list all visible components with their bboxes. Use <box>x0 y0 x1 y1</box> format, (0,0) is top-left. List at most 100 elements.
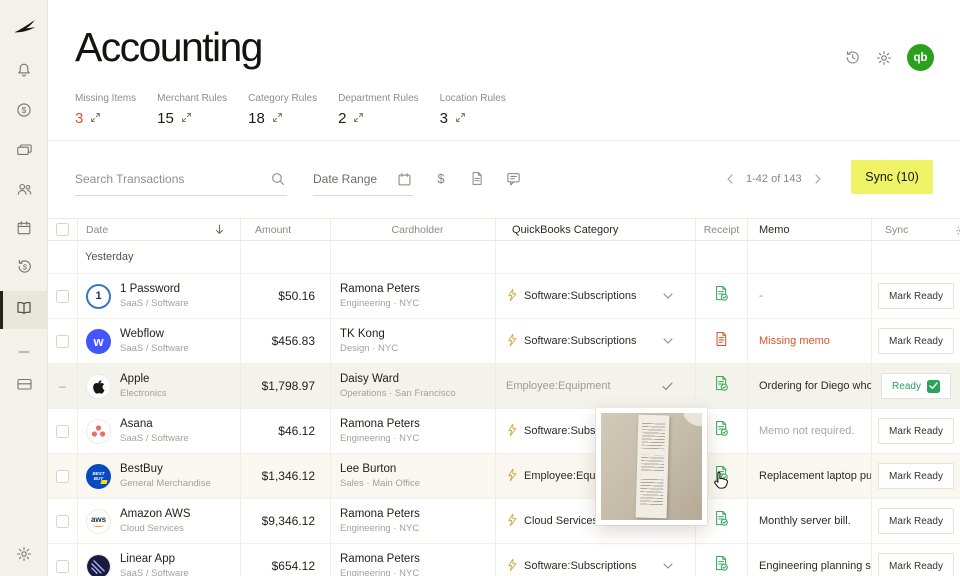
memo-cell[interactable]: - <box>748 274 872 318</box>
column-header-amount[interactable]: Amount <box>241 219 331 240</box>
sidebar-item-accounting[interactable] <box>0 291 48 329</box>
row-checkbox[interactable] <box>56 560 69 573</box>
history-icon[interactable] <box>843 49 861 67</box>
expand-icon[interactable] <box>455 110 466 127</box>
row-checkbox[interactable] <box>56 470 69 483</box>
receipt-attached-icon[interactable] <box>714 375 729 397</box>
sidebar-item-reimbursements[interactable]: $ <box>0 250 48 288</box>
sidebar-item-vault[interactable] <box>0 367 48 405</box>
transaction-row[interactable]: w Webflow SaaS / Software $456.83 TK Kon… <box>48 319 960 364</box>
transaction-row[interactable]: aws Amazon AWS Cloud Services $9,346.12 … <box>48 499 960 544</box>
column-header-date[interactable]: Date <box>78 219 241 240</box>
mark-ready-button[interactable]: Mark Ready <box>878 553 954 576</box>
quickbooks-category-cell[interactable]: Software:Subscriptions <box>496 274 696 318</box>
next-page-icon[interactable] <box>815 174 821 184</box>
prev-page-icon[interactable] <box>727 174 733 184</box>
receipt-attached-icon[interactable] <box>714 555 729 576</box>
quickbooks-category-cell[interactable]: Employee:Equipment <box>496 364 696 408</box>
cardholder-name: Ramona Peters <box>340 418 420 431</box>
cardholder-cell: Ramona Peters Engineering · NYC <box>331 409 496 453</box>
stat-category-rules[interactable]: Category Rules 18 <box>248 93 317 127</box>
sidebar-item-people[interactable] <box>0 172 48 210</box>
sidebar-item-settings[interactable] <box>0 537 48 575</box>
receipt-missing-icon[interactable] <box>715 331 728 352</box>
quickbooks-logo[interactable]: qb <box>907 44 934 71</box>
receipt-attached-icon[interactable] <box>714 510 729 532</box>
memo-cell[interactable]: Ordering for Diego who's <box>748 364 872 408</box>
receipt-attached-icon[interactable] <box>714 285 729 307</box>
ready-button[interactable]: Ready <box>881 373 951 399</box>
column-header-sync[interactable]: Sync <box>872 219 960 240</box>
receipt-attached-icon[interactable] <box>714 420 729 442</box>
stat-department-rules[interactable]: Department Rules 2 <box>338 93 419 127</box>
date-range-filter[interactable]: Date Range <box>313 163 413 196</box>
mark-ready-button[interactable]: Mark Ready <box>878 418 954 444</box>
mark-ready-button[interactable]: Mark Ready <box>878 508 954 534</box>
receipt-cell[interactable] <box>696 544 748 576</box>
stat-merchant-rules[interactable]: Merchant Rules 15 <box>157 93 227 127</box>
date-group-row: Yesterday <box>48 241 960 274</box>
column-header-receipt[interactable]: Receipt <box>696 219 748 240</box>
receipt-attached-icon[interactable] <box>714 465 729 487</box>
search-input[interactable] <box>75 172 269 186</box>
amount-filter-icon[interactable]: $ <box>432 169 450 187</box>
mark-ready-button[interactable]: Mark Ready <box>878 328 954 354</box>
ready-checkbox-icon[interactable] <box>927 380 940 393</box>
sidebar-item-balance[interactable]: $ <box>0 93 48 131</box>
chevron-down-icon[interactable] <box>663 293 673 299</box>
mark-ready-button[interactable]: Mark Ready <box>878 463 954 489</box>
transaction-row[interactable]: – Apple Electronics $1,798.97 Daisy Ward… <box>48 364 960 409</box>
receipt-preview-popup[interactable] <box>596 408 707 525</box>
gear-icon[interactable] <box>875 49 893 67</box>
transactions-table: Date Amount Cardholder QuickBooks Catego… <box>48 218 960 576</box>
sidebar-item-notifications[interactable] <box>0 53 48 91</box>
expand-icon[interactable] <box>272 110 283 127</box>
quickbooks-category-cell[interactable]: Software:Subscriptions <box>496 319 696 363</box>
row-checkbox[interactable] <box>56 425 69 438</box>
expand-icon[interactable] <box>90 110 101 127</box>
column-header-cardholder[interactable]: Cardholder <box>331 219 496 240</box>
sidebar-item-billing[interactable] <box>0 211 48 249</box>
column-header-category[interactable]: QuickBooks Category <box>496 219 696 240</box>
merchant-category: SaaS / Software <box>120 344 189 354</box>
row-checkbox[interactable] <box>56 515 69 528</box>
sort-descending-icon[interactable] <box>215 224 224 235</box>
people-icon <box>16 181 33 202</box>
stat-location-rules[interactable]: Location Rules 3 <box>440 93 506 127</box>
row-checkbox[interactable] <box>56 290 69 303</box>
transaction-row[interactable]: Asana SaaS / Software $46.12 Ramona Pete… <box>48 409 960 454</box>
sync-button[interactable]: Sync (10) <box>851 160 933 194</box>
column-settings-icon[interactable] <box>955 224 960 237</box>
sidebar-item-cards[interactable] <box>0 133 48 171</box>
sync-cell: Mark Ready <box>872 319 960 363</box>
search-box[interactable] <box>75 163 287 196</box>
chevron-down-icon[interactable] <box>663 338 673 344</box>
quickbooks-category-cell[interactable]: Software:Subscriptions <box>496 544 696 576</box>
memo-cell[interactable]: Engineering planning soft <box>748 544 872 576</box>
sidebar-item-collapse[interactable] <box>0 331 48 369</box>
transaction-row[interactable]: 1 1 Password SaaS / Software $50.16 Ramo… <box>48 274 960 319</box>
receipt-cell[interactable] <box>696 274 748 318</box>
memo-cell[interactable]: Replacement laptop purc <box>748 454 872 498</box>
memo-cell[interactable]: Missing memo <box>748 319 872 363</box>
stat-missing-items[interactable]: Missing Items 3 <box>75 93 136 127</box>
receipt-cell[interactable] <box>696 364 748 408</box>
transaction-row[interactable]: BESTBUY BestBuy General Merchandise $1,3… <box>48 454 960 499</box>
column-header-memo[interactable]: Memo <box>748 219 872 240</box>
rule-bolt-icon <box>506 333 517 350</box>
webflow-logo: w <box>86 329 111 354</box>
memo-filter-icon[interactable] <box>504 169 522 187</box>
memo-cell[interactable]: Memo not required. <box>748 409 872 453</box>
transaction-row[interactable]: Linear App SaaS / Software $654.12 Ramon… <box>48 544 960 576</box>
merchant-cell: aws Amazon AWS Cloud Services <box>78 499 241 543</box>
expand-icon[interactable] <box>353 110 364 127</box>
memo-cell[interactable]: Monthly server bill. <box>748 499 872 543</box>
expand-icon[interactable] <box>181 110 192 127</box>
select-all-checkbox[interactable] <box>56 223 69 236</box>
receipt-cell[interactable] <box>696 319 748 363</box>
chevron-down-icon[interactable] <box>663 563 673 569</box>
receipt-filter-icon[interactable] <box>468 169 486 187</box>
row-checkbox[interactable] <box>56 335 69 348</box>
sidebar-item-ramp-logo[interactable] <box>0 10 48 48</box>
mark-ready-button[interactable]: Mark Ready <box>878 283 954 309</box>
